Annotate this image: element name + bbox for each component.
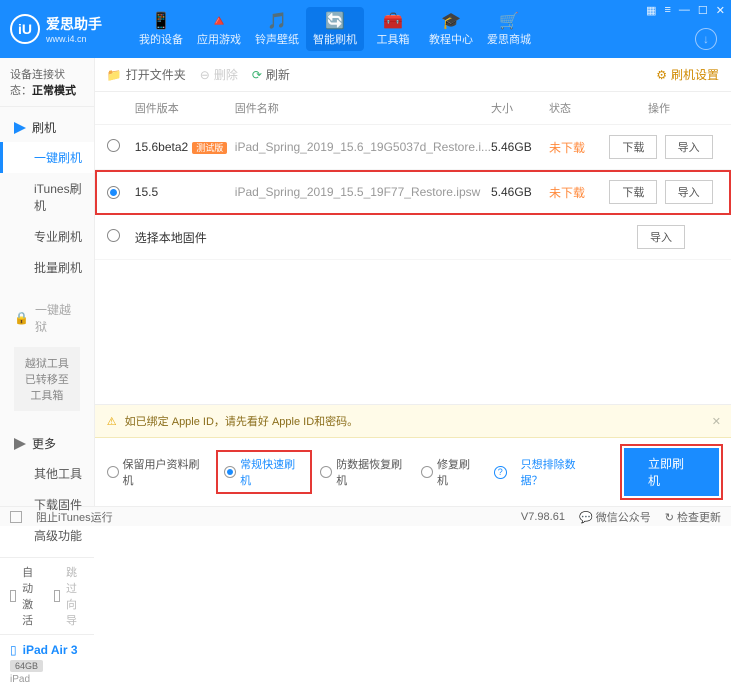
exclude-data-link[interactable]: 只想排除数据？ (521, 456, 596, 488)
skin-icon[interactable]: ≡ (664, 4, 670, 17)
firmware-version: 15.6beta2 (135, 140, 188, 154)
maximize-icon[interactable]: ☐ (698, 4, 708, 17)
sidebar-group-flash[interactable]: 刷机 (0, 113, 94, 142)
delete-icon: ⊖ (200, 68, 210, 82)
device-panel[interactable]: ▯ iPad Air 3 64GB iPad (0, 634, 94, 693)
sidebar-item-more-0[interactable]: 其他工具 (0, 458, 94, 489)
block-itunes-checkbox[interactable] (10, 511, 22, 523)
nav-icon: 🔄 (306, 11, 364, 31)
device-storage-tag: 64GB (10, 660, 43, 672)
local-firmware-radio[interactable] (107, 229, 120, 242)
beta-badge: 测试版 (192, 142, 227, 154)
nav-icon: 🛒 (480, 11, 538, 31)
sidebar-item-flash-2[interactable]: 专业刷机 (0, 221, 94, 252)
close-icon[interactable]: ✕ (716, 4, 725, 17)
window-controls: ▦ ≡ — ☐ ✕ (646, 4, 725, 17)
skip-guide-checkbox[interactable] (54, 590, 60, 602)
mode-radio[interactable] (224, 466, 236, 478)
local-firmware-row[interactable]: 选择本地固件 导入 (95, 215, 731, 260)
nav-item-0[interactable]: 📱我的设备 (132, 7, 190, 51)
mode-radio[interactable] (320, 466, 332, 478)
block-itunes-label: 阻止iTunes运行 (36, 509, 113, 525)
brand-url: www.i4.cn (46, 34, 102, 44)
brand-name: 爱思助手 (46, 14, 102, 34)
firmware-row[interactable]: 15.5 iPad_Spring_2019_15.5_19F77_Restore… (95, 170, 731, 215)
download-button[interactable]: 下载 (609, 135, 657, 159)
warning-close-icon[interactable]: ✕ (712, 415, 721, 428)
nav-item-1[interactable]: 🔺应用游戏 (190, 7, 248, 51)
check-update-link[interactable]: ↻ 检查更新 (665, 509, 721, 525)
sidebar-item-flash-0[interactable]: 一键刷机 (0, 142, 94, 173)
import-button[interactable]: 导入 (665, 180, 713, 204)
mode-radio[interactable] (421, 466, 433, 478)
auto-activate-label: 自动激活 (22, 564, 40, 628)
connection-status: 设备连接状态：正常模式 (0, 58, 94, 107)
sidebar-item-flash-3[interactable]: 批量刷机 (0, 252, 94, 283)
app-logo: iU 爱思助手 www.i4.cn (10, 14, 102, 44)
firmware-status: 未下载 (549, 184, 599, 201)
version-label: V7.98.61 (521, 511, 565, 523)
open-folder-button[interactable]: 📁 打开文件夹 (107, 66, 186, 83)
mode-radio[interactable] (107, 466, 119, 478)
nav-icon: 📱 (132, 11, 190, 31)
refresh-icon: ⟳ (252, 68, 262, 82)
flash-mode-option-3[interactable]: 修复刷机 (421, 456, 480, 488)
nav-icon: 🎓 (422, 11, 480, 31)
warning-bar: ⚠ 如已绑定 Apple ID，请先看好 Apple ID和密码。 ✕ (95, 405, 731, 438)
download-button[interactable]: 下载 (609, 180, 657, 204)
sidebar-group-more[interactable]: 更多 (0, 429, 94, 458)
firmware-radio[interactable] (107, 186, 120, 199)
nav-item-2[interactable]: 🎵铃声壁纸 (248, 7, 306, 51)
gear-icon: ⚙ (656, 68, 667, 82)
flash-mode-option-0[interactable]: 保留用户资料刷机 (107, 456, 209, 488)
firmware-size: 5.46GB (491, 185, 549, 199)
info-icon[interactable]: ? (494, 466, 507, 479)
flash-mode-option-1[interactable]: 常规快速刷机 (218, 452, 310, 492)
flash-settings-button[interactable]: ⚙ 刷机设置 (656, 66, 719, 83)
sidebar-item-more-2[interactable]: 高级功能 (0, 520, 94, 551)
auto-activate-checkbox[interactable] (10, 590, 16, 602)
firmware-row[interactable]: 15.6beta2 测试版 iPad_Spring_2019_15.6_19G50… (95, 125, 731, 170)
download-indicator-icon[interactable]: ↓ (695, 28, 717, 50)
nav-item-5[interactable]: 🎓教程中心 (422, 7, 480, 51)
jailbreak-note: 越狱工具已转移至工具箱 (14, 347, 80, 411)
firmware-name: iPad_Spring_2019_15.5_19F77_Restore.ipsw (235, 185, 491, 199)
minimize-icon[interactable]: — (679, 4, 690, 17)
nav-item-6[interactable]: 🛒爱思商城 (480, 7, 538, 51)
flash-mode-option-2[interactable]: 防数据恢复刷机 (320, 456, 411, 488)
refresh-button[interactable]: ⟳ 刷新 (252, 66, 290, 83)
skip-guide-label: 跳过向导 (66, 564, 84, 628)
nav-item-4[interactable]: 🧰工具箱 (364, 7, 422, 51)
firmware-radio[interactable] (107, 139, 120, 152)
menu-icon[interactable]: ▦ (646, 4, 656, 17)
nav-icon: 🔺 (190, 11, 248, 31)
logo-icon: iU (10, 14, 40, 44)
nav-icon: 🧰 (364, 11, 422, 31)
sidebar-item-flash-1[interactable]: iTunes刷机 (0, 173, 94, 221)
firmware-name: iPad_Spring_2019_15.6_19G5037d_Restore.i… (235, 140, 491, 154)
warning-icon: ⚠ (107, 415, 117, 428)
firmware-status: 未下载 (549, 139, 599, 156)
firmware-size: 5.46GB (491, 140, 549, 154)
flash-now-button[interactable]: 立即刷机 (624, 448, 719, 496)
nav-item-3[interactable]: 🔄智能刷机 (306, 7, 364, 51)
device-icon: ▯ (10, 643, 17, 657)
lock-icon: 🔒 (14, 311, 29, 325)
nav-icon: 🎵 (248, 11, 306, 31)
import-button[interactable]: 导入 (637, 225, 685, 249)
firmware-version: 15.5 (135, 185, 158, 199)
folder-icon: 📁 (107, 68, 122, 82)
sidebar-group-jailbreak[interactable]: 🔒 一键越狱 (0, 295, 94, 341)
table-header: 固件版本 固件名称 大小 状态 操作 (95, 92, 731, 125)
wechat-link[interactable]: 💬 微信公众号 (579, 509, 651, 525)
delete-button[interactable]: ⊖ 删除 (200, 66, 238, 83)
import-button[interactable]: 导入 (665, 135, 713, 159)
